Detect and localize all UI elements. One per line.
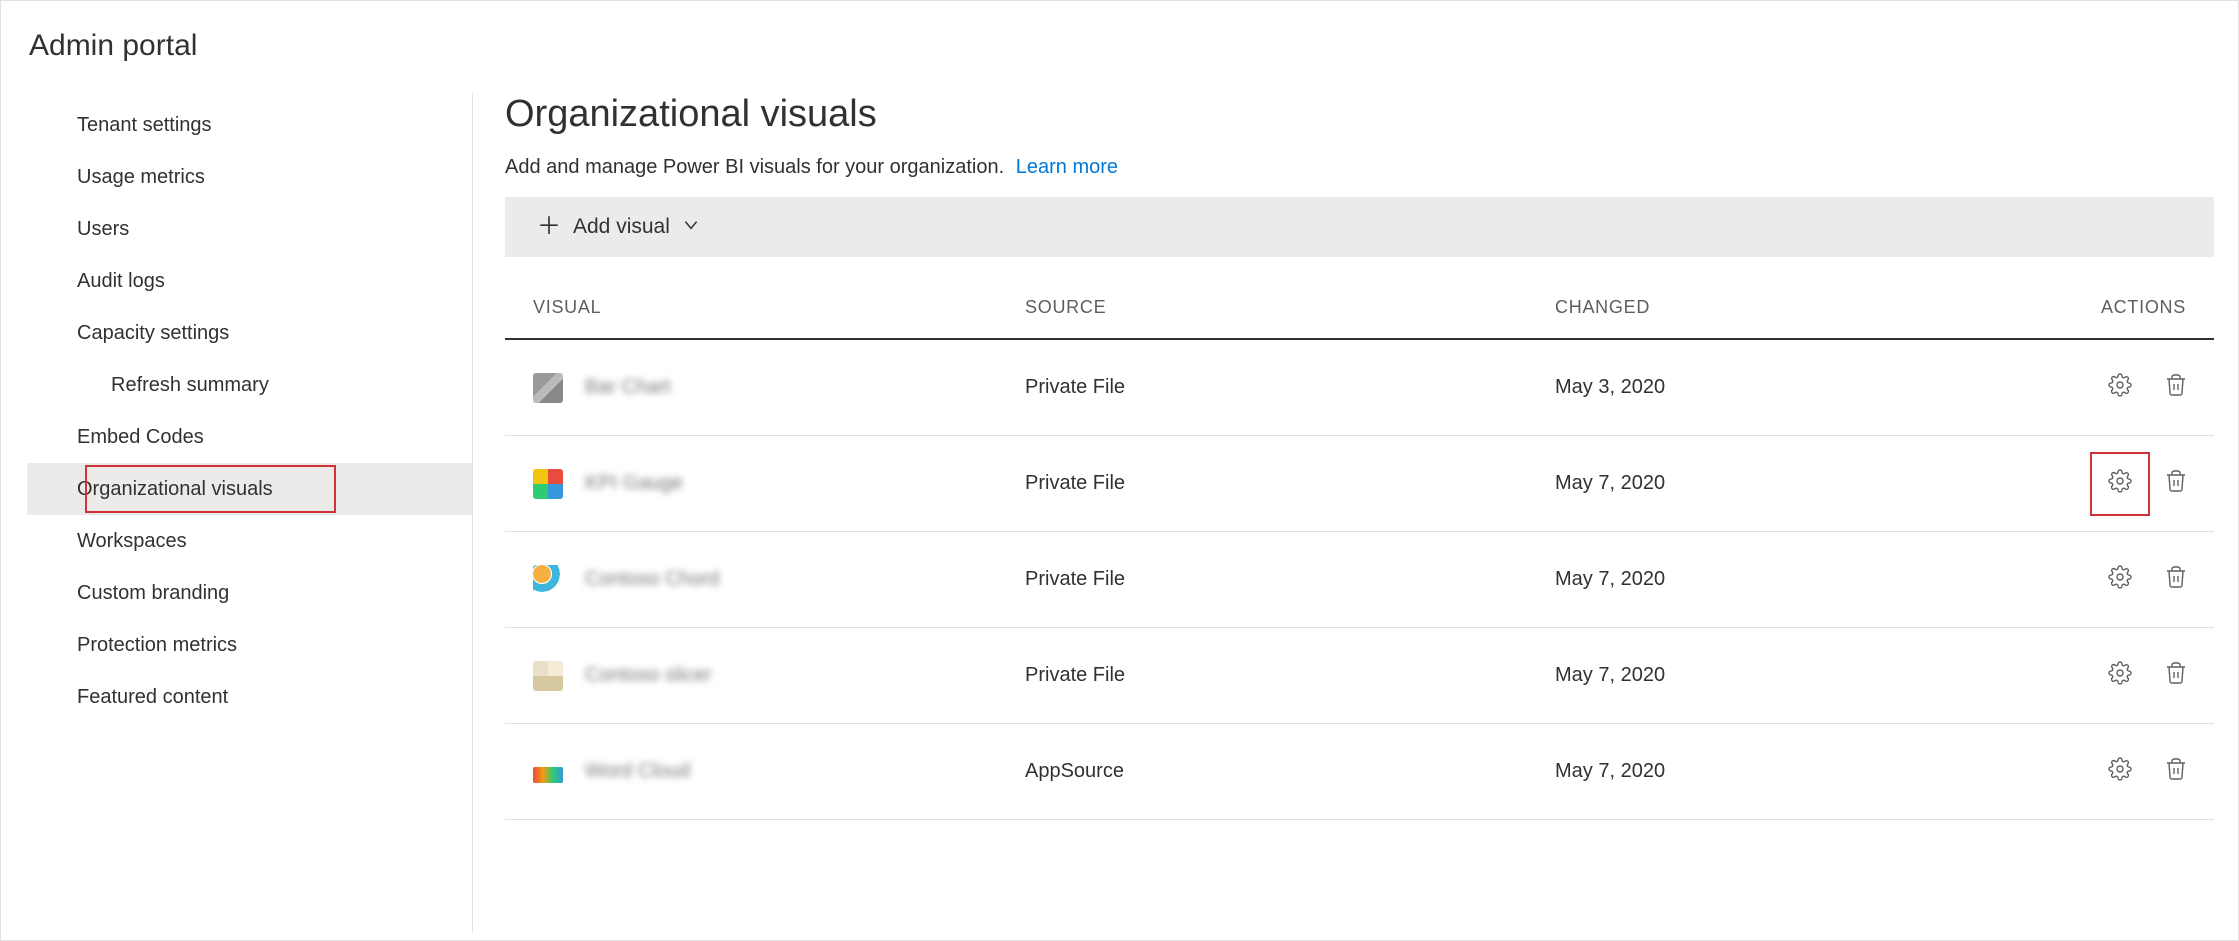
visual-source: Private File (1025, 664, 1555, 687)
sidebar-item-refresh-summary[interactable]: Refresh summary (27, 359, 472, 411)
toolbar: ＋ Add visual (505, 197, 2214, 257)
delete-button[interactable] (2162, 662, 2190, 690)
visual-changed: May 7, 2020 (1555, 760, 2034, 783)
gear-icon (2108, 565, 2132, 595)
portal-title: Admin portal (1, 1, 2238, 87)
sidebar-item-capacity-settings[interactable]: Capacity settings (27, 307, 472, 359)
delete-button[interactable] (2162, 374, 2190, 402)
visual-changed: May 3, 2020 (1555, 376, 2034, 399)
visual-name: Contoso Chord (585, 568, 720, 591)
sidebar-item-organizational-visuals[interactable]: Organizational visuals (27, 463, 472, 515)
page-title: Organizational visuals (505, 87, 2214, 156)
gear-icon (2108, 469, 2132, 499)
page-description-text: Add and manage Power BI visuals for your… (505, 156, 1004, 178)
main-content: Organizational visuals Add and manage Po… (473, 87, 2238, 932)
sidebar-item-audit-logs[interactable]: Audit logs (27, 255, 472, 307)
table-row[interactable]: KPI Gauge Private FileMay 7, 2020 (505, 436, 2214, 532)
col-header-actions: ACTIONS (2034, 297, 2214, 318)
settings-button[interactable] (2106, 662, 2134, 690)
add-visual-label: Add visual (573, 215, 670, 239)
delete-button[interactable] (2162, 470, 2190, 498)
sidebar-item-users[interactable]: Users (27, 203, 472, 255)
gear-icon (2108, 757, 2132, 787)
delete-button[interactable] (2162, 758, 2190, 786)
trash-icon (2164, 565, 2188, 595)
sidebar-item-tenant-settings[interactable]: Tenant settings (27, 99, 472, 151)
sidebar-item-custom-branding[interactable]: Custom branding (27, 567, 472, 619)
trash-icon (2164, 661, 2188, 691)
body: Tenant settingsUsage metricsUsersAudit l… (1, 87, 2238, 932)
page-description: Add and manage Power BI visuals for your… (505, 156, 2214, 197)
sidebar-item-protection-metrics[interactable]: Protection metrics (27, 619, 472, 671)
chevron-down-icon (682, 216, 700, 239)
visual-changed: May 7, 2020 (1555, 472, 2034, 495)
visual-thumbnail-icon (533, 661, 563, 691)
visual-source: Private File (1025, 472, 1555, 495)
visual-name: KPI Gauge (585, 472, 683, 495)
visual-name: Word Cloud (585, 760, 690, 783)
gear-icon (2108, 661, 2132, 691)
visual-thumbnail-icon (533, 469, 563, 499)
visual-source: Private File (1025, 376, 1555, 399)
visual-changed: May 7, 2020 (1555, 568, 2034, 591)
admin-portal-window: Admin portal Tenant settingsUsage metric… (0, 0, 2239, 941)
add-visual-button[interactable]: ＋ Add visual (537, 215, 700, 239)
visual-name: Bar Chart (585, 376, 671, 399)
settings-button[interactable] (2106, 566, 2134, 594)
col-header-changed: CHANGED (1555, 297, 2034, 318)
sidebar: Tenant settingsUsage metricsUsersAudit l… (1, 87, 473, 932)
trash-icon (2164, 757, 2188, 787)
settings-button[interactable] (2106, 374, 2134, 402)
delete-button[interactable] (2162, 566, 2190, 594)
table-row[interactable]: Contoso Chord Private FileMay 7, 2020 (505, 532, 2214, 628)
visuals-table: VISUAL SOURCE CHANGED ACTIONS Bar Chart P… (505, 281, 2214, 820)
visual-source: Private File (1025, 568, 1555, 591)
visual-changed: May 7, 2020 (1555, 664, 2034, 687)
visual-thumbnail-icon (533, 373, 563, 403)
visual-name: Contoso slicer (585, 664, 712, 687)
visual-thumbnail-icon (533, 565, 563, 595)
settings-button[interactable] (2106, 758, 2134, 786)
gear-icon (2108, 373, 2132, 403)
sidebar-item-embed-codes[interactable]: Embed Codes (27, 411, 472, 463)
sidebar-item-workspaces[interactable]: Workspaces (27, 515, 472, 567)
table-header: VISUAL SOURCE CHANGED ACTIONS (505, 281, 2214, 340)
sidebar-item-featured-content[interactable]: Featured content (27, 671, 472, 723)
visual-thumbnail-icon (533, 767, 563, 783)
col-header-source: SOURCE (1025, 297, 1555, 318)
col-header-visual: VISUAL (505, 297, 1025, 318)
trash-icon (2164, 469, 2188, 499)
plus-icon: ＋ (537, 215, 561, 239)
table-row[interactable]: Bar Chart Private FileMay 3, 2020 (505, 340, 2214, 436)
visual-source: AppSource (1025, 760, 1555, 783)
table-row[interactable]: Contoso slicer Private FileMay 7, 2020 (505, 628, 2214, 724)
learn-more-link[interactable]: Learn more (1016, 156, 1118, 178)
table-row[interactable]: Word Cloud AppSourceMay 7, 2020 (505, 724, 2214, 820)
trash-icon (2164, 373, 2188, 403)
settings-button[interactable] (2106, 470, 2134, 498)
sidebar-item-usage-metrics[interactable]: Usage metrics (27, 151, 472, 203)
